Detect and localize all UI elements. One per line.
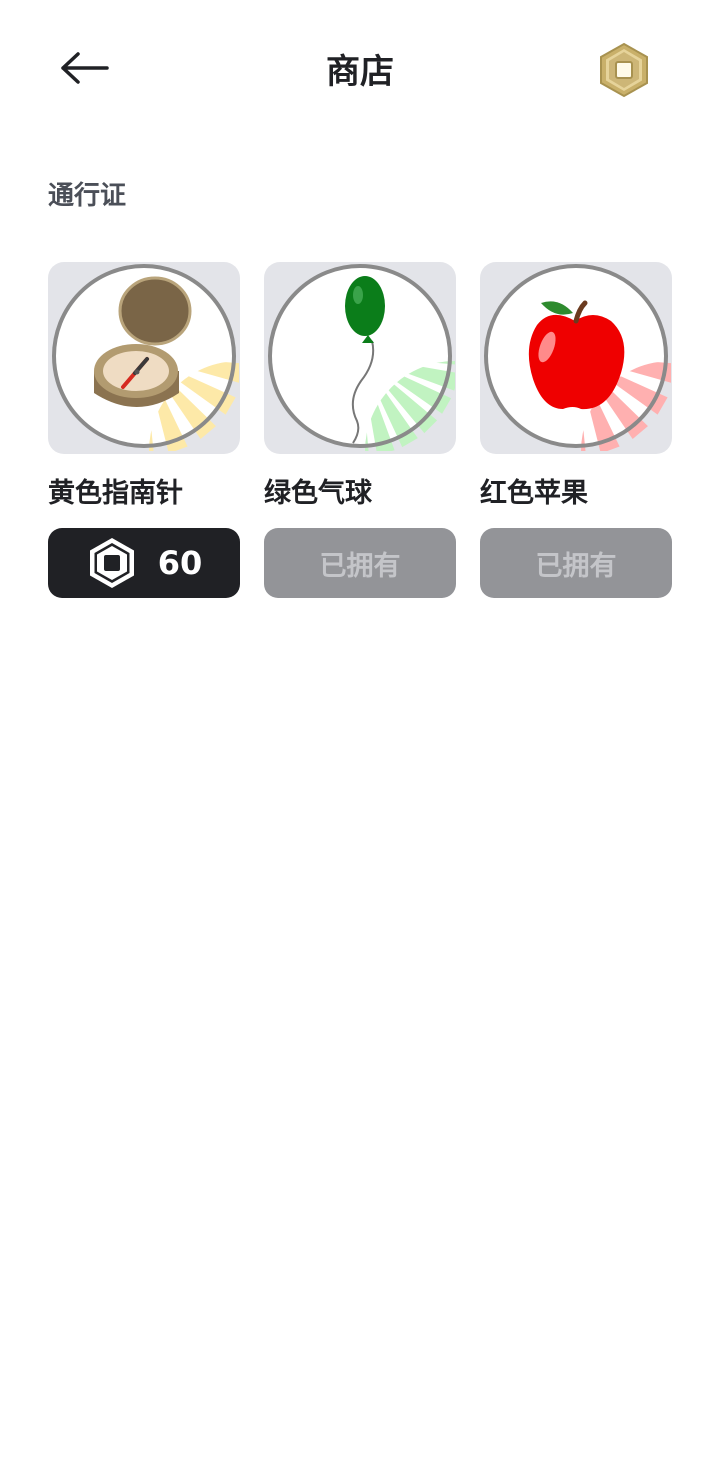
item-thumbnail[interactable]	[264, 262, 456, 454]
apple-icon	[481, 262, 672, 454]
app-header: 商店	[0, 0, 720, 140]
robux-icon	[86, 537, 138, 589]
item-thumbnail[interactable]	[48, 262, 240, 454]
owned-label: 已拥有	[535, 550, 617, 582]
balloon-icon	[265, 262, 456, 454]
buy-button[interactable]: 60	[48, 528, 240, 598]
item-card: 绿色气球 已拥有	[264, 262, 456, 598]
section-title-passes: 通行证	[48, 181, 127, 211]
item-grid: 黄色指南针 60 绿色气球 已拥有 红色苹果 已拥有	[48, 262, 672, 598]
robux-icon	[598, 42, 650, 102]
item-thumbnail[interactable]	[480, 262, 672, 454]
item-name: 红色苹果	[480, 478, 588, 509]
compass-icon	[49, 262, 240, 454]
owned-button[interactable]: 已拥有	[264, 528, 456, 598]
item-card: 黄色指南针 60	[48, 262, 240, 598]
owned-label: 已拥有	[319, 550, 401, 582]
owned-button[interactable]: 已拥有	[480, 528, 672, 598]
item-card: 红色苹果 已拥有	[480, 262, 672, 598]
price-amount: 60	[157, 544, 203, 582]
item-name: 绿色气球	[264, 478, 372, 509]
item-name: 黄色指南针	[48, 478, 183, 509]
robux-balance-button[interactable]	[596, 42, 652, 102]
